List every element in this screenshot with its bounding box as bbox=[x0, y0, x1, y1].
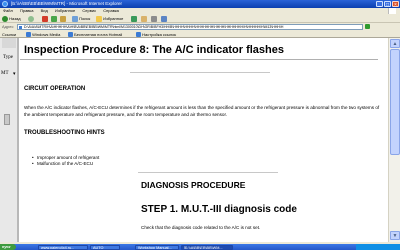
customize-links-icon bbox=[136, 32, 141, 38]
toolbar: Назад Поиск Избранное bbox=[0, 14, 400, 23]
left-frame-scroll-thumb[interactable] bbox=[4, 114, 10, 125]
forward-button[interactable] bbox=[28, 15, 34, 22]
maximize-button[interactable]: □ bbox=[384, 1, 391, 8]
scroll-thumb[interactable] bbox=[390, 49, 400, 155]
left-frame-header bbox=[2, 38, 16, 48]
back-label: Назад bbox=[9, 16, 21, 21]
menu-favorites[interactable]: Избранное bbox=[55, 8, 75, 13]
type-label: Type bbox=[3, 55, 13, 60]
go-button[interactable]: Переход bbox=[365, 24, 381, 35]
address-label: Адрес bbox=[2, 24, 14, 29]
diagnosis-divider bbox=[138, 172, 278, 173]
system-tray bbox=[356, 244, 400, 250]
ie-logo-icon bbox=[2, 1, 8, 7]
mt-label: MT bbox=[1, 71, 9, 76]
print-button[interactable] bbox=[151, 15, 157, 22]
windows-media-icon bbox=[26, 32, 31, 38]
circuit-operation-text: When the A/C indicator flashes, A/C-ECU … bbox=[24, 105, 380, 117]
links-item-customize[interactable]: Настройка ссылок bbox=[136, 31, 176, 38]
menu-tools[interactable]: Сервис bbox=[82, 8, 96, 13]
forward-arrow-icon bbox=[28, 15, 34, 22]
search-button[interactable]: Поиск bbox=[72, 15, 90, 22]
page-title: Inspection Procedure 8: The A/C indicato… bbox=[24, 44, 284, 56]
links-item-windows-media[interactable]: Windows Media bbox=[26, 31, 60, 38]
scroll-down-button[interactable]: ▼ bbox=[390, 231, 400, 240]
links-item-links[interactable]: Ссылки bbox=[2, 31, 16, 38]
close-button[interactable]: × bbox=[392, 1, 399, 8]
home-button[interactable] bbox=[60, 15, 66, 22]
print-icon bbox=[151, 15, 157, 22]
step1-heading: STEP 1. M.U.T.-III diagnosis code bbox=[141, 204, 297, 215]
minimize-button[interactable]: _ bbox=[376, 1, 383, 8]
address-bar: Адрес D:\A\A\A\MTR\H\A\HHHHH\A\H\B\A\BB\… bbox=[0, 23, 400, 35]
page-content: Inspection Procedure 8: The A/C indicato… bbox=[20, 38, 388, 242]
stop-icon bbox=[42, 15, 48, 22]
back-arrow-icon bbox=[2, 15, 8, 22]
history-button[interactable] bbox=[131, 15, 137, 22]
search-label: Поиск bbox=[79, 16, 91, 21]
window-title: [Б:\\A\BB\EB\BB\WM\MTR] - Microsoft Inte… bbox=[11, 1, 122, 6]
taskbar-item-workshop-manual[interactable]: Workshop Manual... bbox=[135, 245, 179, 250]
taskbar-item-active-window[interactable]: [Б:\\A\BB\EB\BB\WM... bbox=[181, 245, 233, 250]
hints-list: Improper amount of refrigerant Malfuncti… bbox=[32, 155, 99, 167]
mail-button[interactable] bbox=[141, 15, 147, 22]
links-item-label: Windows Media bbox=[32, 32, 61, 37]
links-item-label: Ссылки bbox=[2, 32, 17, 37]
edit-icon bbox=[161, 15, 167, 22]
window-title-bar[interactable]: [Б:\\A\BB\EB\BB\WM\MTR] - Microsoft Inte… bbox=[0, 0, 400, 8]
address-value: D:\A\A\A\MTR\H\A\HHHHH\A\H\B\A\BB\EB\BB\… bbox=[24, 25, 284, 29]
address-input[interactable]: D:\A\A\A\MTR\H\A\HHHHH\A\H\B\A\BB\EB\BB\… bbox=[17, 24, 363, 30]
title-divider bbox=[20, 59, 378, 60]
hotmail-icon bbox=[68, 32, 73, 38]
favorites-label: Избранное bbox=[103, 16, 124, 21]
left-frame: Type MT ▾ bbox=[0, 38, 19, 242]
edit-button[interactable] bbox=[161, 15, 167, 22]
circuit-operation-heading: CIRCUIT OPERATION bbox=[24, 86, 86, 92]
section-divider bbox=[130, 72, 270, 73]
list-item: Malfunction of the A/C-ECU bbox=[32, 161, 99, 167]
step1-text: Check that the diagnosis code related to… bbox=[141, 225, 261, 230]
links-item-hotmail[interactable]: Бесплатная почта Hotmail bbox=[68, 31, 122, 38]
go-arrow-icon bbox=[365, 24, 370, 30]
taskbar-item-auto[interactable]: AUTO bbox=[90, 245, 120, 250]
menu-edit[interactable]: Правка bbox=[20, 8, 34, 13]
links-item-label: Настройка ссылок bbox=[142, 32, 177, 37]
history-icon bbox=[131, 15, 137, 22]
links-item-label: Бесплатная почта Hotmail bbox=[74, 32, 123, 37]
scroll-up-button[interactable]: ▲ bbox=[390, 39, 400, 48]
troubleshooting-heading: TROUBLESHOOTING HINTS bbox=[24, 130, 105, 136]
vertical-scrollbar[interactable]: ▲ ▼ bbox=[388, 38, 400, 242]
taskbar-item-pajero[interactable]: www.pajero4x4.ru... bbox=[38, 245, 88, 250]
favorites-button[interactable]: Избранное bbox=[96, 15, 123, 22]
taskbar: пуск www.pajero4x4.ru... AUTO Workshop M… bbox=[0, 244, 400, 250]
back-button[interactable]: Назад bbox=[2, 15, 21, 22]
start-button[interactable]: пуск bbox=[0, 244, 16, 250]
menu-help[interactable]: Справка bbox=[103, 8, 119, 13]
favorites-star-icon bbox=[96, 15, 102, 22]
menu-file[interactable]: Файл bbox=[3, 8, 13, 13]
menu-view[interactable]: Вид bbox=[41, 8, 48, 13]
mt-dropdown-icon[interactable]: ▾ bbox=[13, 71, 16, 77]
refresh-button[interactable] bbox=[51, 15, 57, 22]
home-icon bbox=[60, 15, 66, 22]
diagnosis-heading: DIAGNOSIS PROCEDURE bbox=[141, 180, 246, 190]
links-bar: Ссылки Windows Media Бесплатная почта Ho… bbox=[0, 31, 400, 38]
page-icon bbox=[19, 26, 22, 29]
search-icon bbox=[72, 15, 78, 22]
stop-button[interactable] bbox=[42, 15, 48, 22]
mail-icon bbox=[141, 15, 147, 22]
refresh-icon bbox=[51, 15, 57, 22]
